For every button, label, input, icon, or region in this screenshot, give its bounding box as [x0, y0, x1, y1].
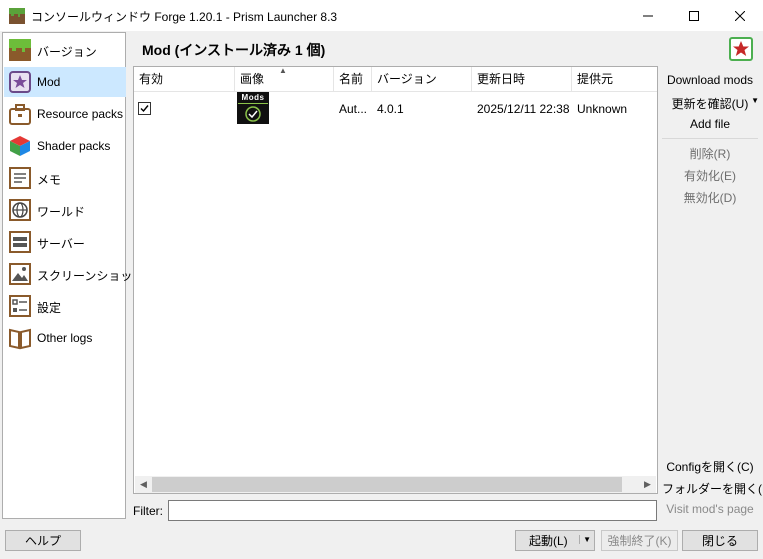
- column-header-updated[interactable]: 更新日時: [472, 67, 572, 91]
- sidebar-item-servers[interactable]: サーバー: [4, 227, 126, 257]
- close-icon: [735, 10, 745, 21]
- launch-button[interactable]: 起動(L) ▼: [515, 530, 595, 551]
- sidebar-item-label: ワールド: [37, 205, 86, 219]
- scroll-right-icon[interactable]: ▶: [639, 476, 656, 493]
- sidebar-item-label: Shader packs: [37, 139, 111, 153]
- filter-label: Filter:: [133, 504, 163, 518]
- column-header-provider[interactable]: 提供元: [572, 67, 658, 91]
- checkmark-icon: [140, 105, 149, 113]
- sidebar-item-notes[interactable]: メモ: [4, 163, 126, 193]
- world-icon: [9, 199, 31, 221]
- server-icon: [9, 231, 31, 253]
- horizontal-scrollbar[interactable]: ◀ ▶: [135, 476, 656, 493]
- briefcase-icon: [9, 104, 31, 125]
- checkmark-icon: [245, 106, 261, 122]
- separator: [662, 138, 758, 139]
- check-updates-label: 更新を確認(U): [671, 97, 749, 111]
- mod-updated: 2025/12/11 22:38: [477, 102, 570, 116]
- enable-button[interactable]: 有効化(E): [662, 167, 758, 184]
- chevron-down-icon[interactable]: ▼: [751, 96, 759, 105]
- star-icon: [729, 37, 753, 61]
- sidebar: バージョン Mod Resource packs Shader packs メモ…: [2, 32, 144, 519]
- chevron-down-icon[interactable]: ▼: [579, 535, 591, 544]
- help-button[interactable]: ヘルプ: [5, 530, 81, 551]
- sidebar-item-label: Resource packs: [37, 107, 124, 121]
- mod-name: Aut...: [339, 102, 368, 116]
- check-updates-button[interactable]: 更新を確認(U) ▼: [662, 95, 759, 112]
- sidebar-item-label: Mod: [37, 75, 61, 89]
- sidebar-item-label: スクリーンショット: [37, 269, 145, 283]
- download-mods-button[interactable]: Download mods: [662, 73, 758, 87]
- enabled-checkbox[interactable]: [138, 102, 151, 115]
- open-folder-button[interactable]: フォルダーを開く(F): [662, 480, 763, 497]
- sidebar-item-label: バージョン: [37, 45, 97, 59]
- mod-image-text: Mods: [241, 93, 265, 102]
- column-header-image[interactable]: 画像 ▲: [235, 67, 334, 91]
- sidebar-item-label: Other logs: [37, 331, 93, 345]
- mod-table[interactable]: 有効 画像 ▲ 名前 バージョン 更新日時 提供元 Mods Aut... 4.…: [133, 66, 658, 494]
- sidebar-item-worlds[interactable]: ワールド: [4, 195, 126, 225]
- sidebar-item-label: 設定: [37, 301, 62, 315]
- remove-button[interactable]: 削除(R): [662, 145, 758, 162]
- sidebar-item-screenshots[interactable]: スクリーンショット: [4, 259, 144, 289]
- mod-version: 4.0.1: [377, 102, 404, 116]
- sidebar-item-resource-packs[interactable]: Resource packs: [4, 99, 126, 129]
- visit-mod-page-button[interactable]: Visit mod's page: [662, 502, 758, 516]
- page-title: Mod (インストール済み 1 個): [142, 42, 326, 58]
- sidebar-item-settings[interactable]: 設定: [4, 291, 126, 321]
- sidebar-item-shader-packs[interactable]: Shader packs: [4, 131, 126, 161]
- disable-button[interactable]: 無効化(D): [662, 189, 758, 206]
- mod-provider: Unknown: [577, 102, 628, 116]
- column-header-version[interactable]: バージョン: [372, 67, 472, 91]
- column-header-name[interactable]: 名前: [334, 67, 372, 91]
- window-title: コンソールウィンドウ Forge 1.20.1 - Prism Launcher…: [31, 10, 338, 24]
- column-header-label: 画像: [240, 72, 265, 86]
- mod-image: Mods: [237, 92, 269, 124]
- screenshot-icon: [9, 263, 31, 285]
- column-header-enabled[interactable]: 有効: [134, 67, 235, 91]
- maximize-button[interactable]: [671, 0, 717, 31]
- kill-button[interactable]: 強制終了(K): [601, 530, 678, 551]
- sidebar-item-label: サーバー: [37, 237, 85, 251]
- open-config-button[interactable]: Configを開く(C): [662, 458, 758, 475]
- scroll-left-icon[interactable]: ◀: [135, 476, 152, 493]
- sidebar-item-other-logs[interactable]: Other logs: [4, 323, 126, 353]
- grass-block-icon: [9, 8, 25, 24]
- close-button-bottom[interactable]: 閉じる: [682, 530, 758, 551]
- scrollbar-thumb[interactable]: [152, 477, 622, 492]
- minimize-icon: [643, 15, 653, 16]
- close-button[interactable]: [717, 0, 763, 31]
- maximize-icon: [689, 10, 699, 21]
- star-icon: [9, 71, 31, 93]
- minimize-button[interactable]: [625, 0, 671, 31]
- title-bar: コンソールウィンドウ Forge 1.20.1 - Prism Launcher…: [0, 0, 763, 31]
- settings-icon: [9, 295, 31, 317]
- sort-ascending-icon: ▲: [279, 67, 287, 75]
- add-file-button[interactable]: Add file: [662, 117, 758, 131]
- sidebar-item-label: メモ: [37, 173, 62, 187]
- book-icon: [9, 328, 31, 350]
- launch-label: 起動(L): [529, 534, 568, 548]
- cube-icon: [10, 136, 30, 156]
- filter-input[interactable]: [168, 500, 657, 521]
- sidebar-item-mod[interactable]: Mod: [4, 67, 126, 97]
- sidebar-item-version[interactable]: バージョン: [4, 35, 126, 65]
- notes-icon: [9, 167, 31, 189]
- grass-block-icon: [9, 39, 31, 61]
